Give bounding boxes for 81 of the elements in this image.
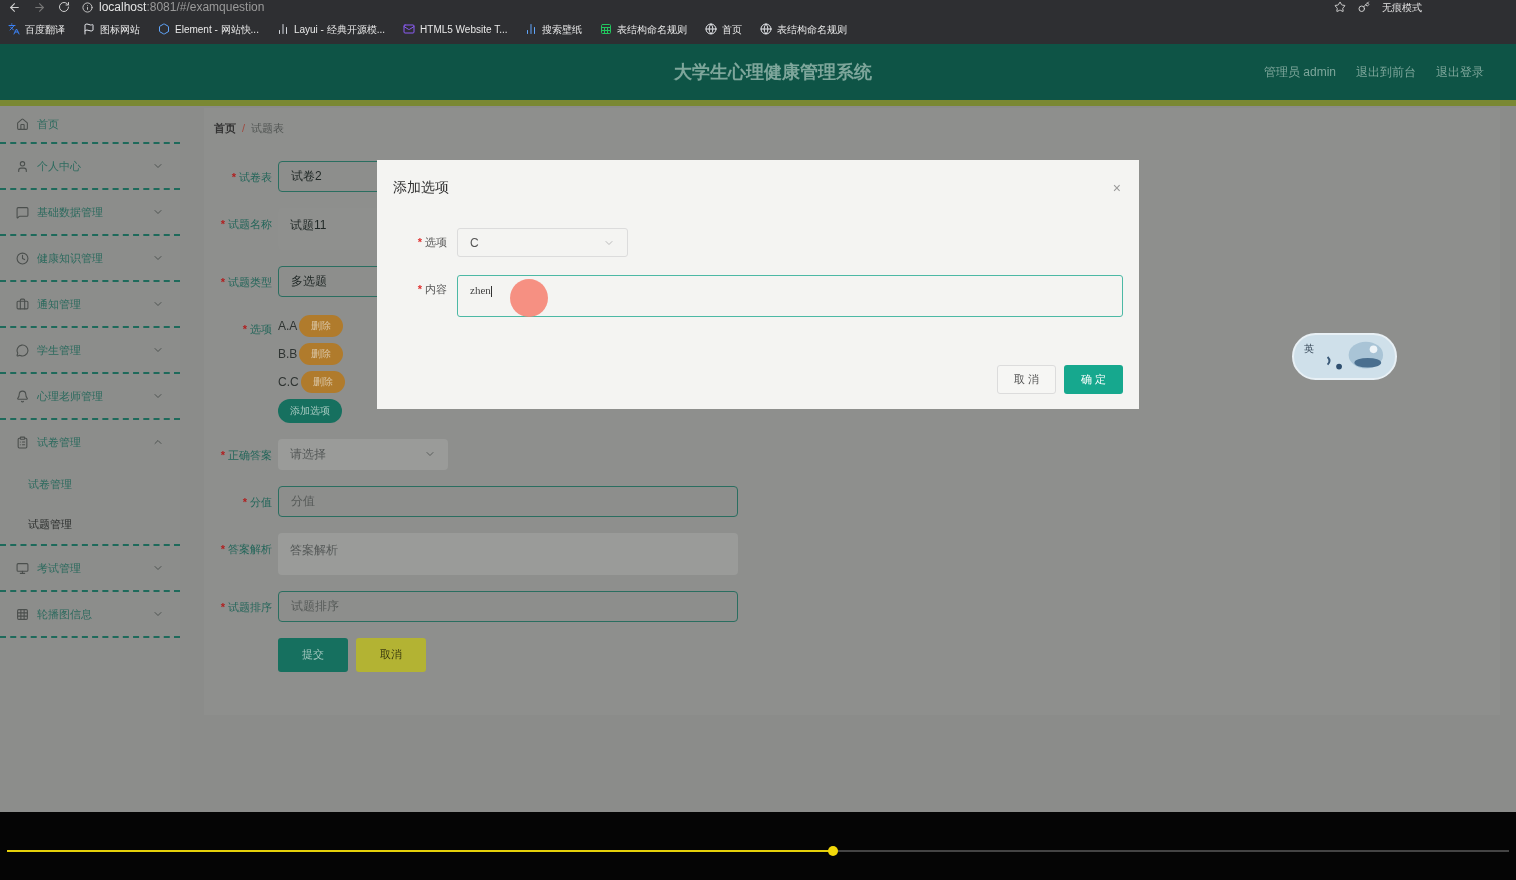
clock-icon (16, 251, 29, 265)
submit-button[interactable]: 提交 (278, 637, 348, 672)
submenu-item[interactable]: 试题管理 (0, 504, 180, 544)
bookmark-link[interactable]: 图标网站 (83, 21, 140, 37)
globe-icon (760, 23, 773, 35)
cancel-button[interactable]: 取 消 (997, 365, 1056, 394)
bookmark-link[interactable]: 百度翻译 (8, 21, 65, 37)
option-text: B.B (278, 345, 298, 363)
key-icon[interactable] (1358, 1, 1370, 13)
sidebar-item[interactable]: 考试管理 (0, 546, 180, 590)
header-link[interactable]: 退出到前台 (1356, 63, 1416, 81)
bookmark-link[interactable]: 表结构命名规则 (600, 21, 688, 37)
globe-icon (705, 23, 718, 35)
field-label: * 试题名称 (220, 216, 272, 232)
bookmark-link[interactable]: 首页 (705, 21, 743, 37)
briefcase-icon (16, 297, 29, 311)
bookmark-link[interactable]: 搜索壁纸 (525, 21, 583, 37)
bookmark-link[interactable]: Layui - 经典开源模... (276, 21, 386, 37)
field-label: * 内容 (417, 282, 447, 297)
sidebar-item[interactable]: 基础数据管理 (0, 190, 180, 234)
chat-icon (16, 343, 29, 357)
bookmark-link[interactable]: Element - 网站快... (158, 21, 259, 37)
reload-icon[interactable] (58, 1, 70, 13)
clipboard-icon (16, 435, 29, 449)
field-label: * 正确答案 (220, 447, 272, 463)
field-label: * 分值 (242, 494, 272, 510)
delete-button[interactable]: 删除 (300, 370, 345, 393)
star-icon[interactable] (1334, 1, 1346, 13)
dialog-title: 添加选项 (393, 178, 449, 197)
breadcrumb-separator: / (242, 121, 246, 136)
add-option-button[interactable]: 添加选项 (278, 398, 342, 423)
house-icon (16, 117, 29, 131)
delete-button[interactable]: 删除 (299, 342, 344, 365)
submenu-item[interactable]: 试卷管理 (0, 464, 180, 504)
sidebar-item[interactable]: 试卷管理 (0, 420, 180, 464)
text-area[interactable]: zhen (457, 275, 1123, 317)
confirm-button[interactable]: 确 定 (1064, 365, 1123, 394)
close-button[interactable]: × (1112, 180, 1121, 195)
ime-widget[interactable]: 英 (1292, 333, 1397, 380)
profile-label[interactable]: 无痕模式 (1382, 0, 1422, 14)
field-label: * 选项 (242, 321, 272, 337)
sidebar-item[interactable]: 个人中心 (0, 144, 180, 188)
monitor-icon (16, 561, 29, 575)
app-title: 大学生心理健康管理系统 (674, 60, 872, 84)
breadcrumb-link[interactable]: 首页 (214, 120, 236, 137)
field-label: * 试题排序 (220, 599, 272, 615)
grid-icon (16, 607, 29, 621)
progress-thumb[interactable] (828, 846, 839, 856)
select-field[interactable]: C (457, 228, 628, 257)
click-indicator (510, 279, 548, 317)
person-icon (16, 159, 29, 173)
bookmark-link[interactable]: HTML5 Website T... (403, 21, 508, 37)
field-label: * 试卷表 (231, 169, 272, 185)
hexagon-icon (158, 23, 170, 35)
sidebar-item[interactable]: 首页 (0, 106, 180, 142)
sidebar-item[interactable]: 通知管理 (0, 282, 180, 326)
mail-icon (403, 23, 416, 35)
forward-icon[interactable] (33, 0, 46, 14)
delete-button[interactable]: 删除 (299, 314, 344, 337)
back-icon[interactable] (8, 0, 21, 14)
address-bar[interactable]: localhost:8081/#/examquestion (82, 0, 1322, 14)
translate-icon (8, 23, 20, 35)
header-link[interactable]: 退出登录 (1436, 63, 1484, 81)
sidebar-item[interactable]: 学生管理 (0, 328, 180, 372)
user-label: 管理员 admin (1263, 64, 1336, 81)
field-label: * 选项 (417, 235, 447, 250)
sidebar-item[interactable]: 心理老师管理 (0, 374, 180, 418)
bookmark-link[interactable]: 表结构命名规则 (760, 21, 848, 37)
chart-icon (276, 23, 289, 35)
field-label: * 答案解析 (220, 541, 272, 557)
sheet-icon (600, 23, 613, 35)
chart-icon (525, 23, 538, 35)
cancel-button[interactable]: 取消 (356, 637, 426, 672)
sidebar-item[interactable]: 轮播图信息 (0, 592, 180, 636)
chat-icon (16, 205, 29, 219)
flag-icon (83, 23, 95, 35)
field-label: * 试题类型 (220, 274, 272, 290)
sidebar-item[interactable]: 健康知识管理 (0, 236, 180, 280)
option-text: C.C (278, 373, 299, 391)
option-text: A.A (278, 317, 298, 335)
bell-icon (16, 389, 29, 403)
